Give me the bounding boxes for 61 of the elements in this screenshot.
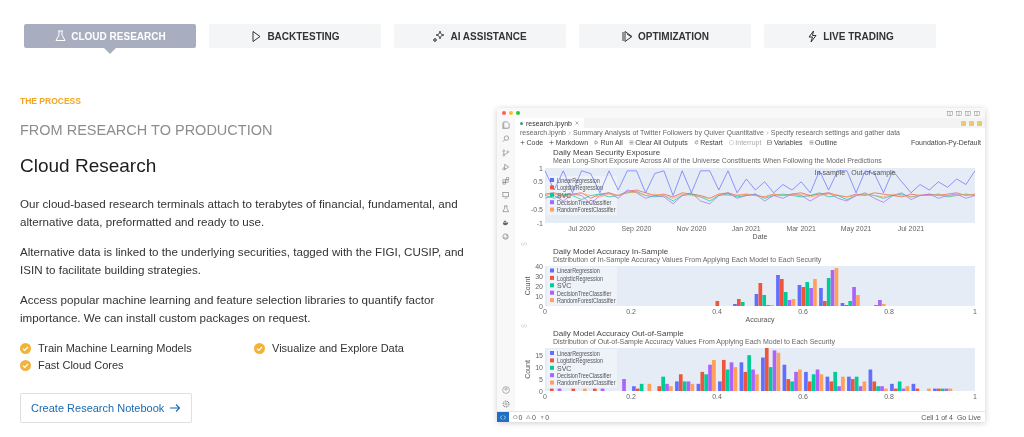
- branch-icon[interactable]: [502, 149, 510, 157]
- account-icon[interactable]: [502, 386, 510, 394]
- create-notebook-button[interactable]: Create Research Notebook: [20, 393, 193, 423]
- swirl-icon[interactable]: [502, 233, 510, 241]
- antenna-icon: [539, 414, 545, 420]
- layout-icon[interactable]: [974, 110, 980, 116]
- bar: [622, 379, 626, 391]
- remote-icon[interactable]: [497, 412, 509, 422]
- feature-label: Visualize and Explore Data: [272, 342, 404, 354]
- flask-icon[interactable]: [502, 205, 510, 213]
- layout-icon[interactable]: [965, 110, 971, 116]
- bar: [715, 301, 720, 306]
- close-dot-icon[interactable]: [502, 111, 506, 115]
- restart-icon: [693, 139, 699, 145]
- list-icon: [808, 139, 814, 145]
- feature-label: Train Machine Learning Models: [38, 342, 192, 354]
- files-icon[interactable]: [502, 121, 510, 129]
- chart-title: Daily Model Accuracy In-Sample: [553, 247, 669, 256]
- maximize-dot-icon[interactable]: [516, 111, 520, 115]
- paragraph: Access popular machine learning and feature selection libraries to quantify factor importance. We can install custom packages on request.: [20, 292, 436, 326]
- check-circle-icon: [20, 359, 31, 371]
- minimize-dot-icon[interactable]: [509, 111, 513, 115]
- warning-icon: [526, 414, 531, 420]
- table-icon: [767, 139, 773, 145]
- sparkle-icon: [433, 30, 446, 42]
- check-circle-icon: [254, 342, 265, 354]
- chart-title: Daily Mean Security Exposure: [553, 148, 661, 157]
- error-icon: [513, 414, 518, 420]
- arrow-right-icon: [169, 403, 182, 413]
- tab[interactable]: BACKTESTING: [209, 24, 381, 48]
- section-subtitle: FROM RESEARCH TO PRODUCTION: [20, 122, 274, 138]
- paragraph: Alternative data is linked to the underlying securities, tagged with the FIGI, CUSIP, and ISIN to facilitate building strategies.: [20, 244, 465, 278]
- layout-icon[interactable]: [956, 110, 962, 116]
- play-icon[interactable]: [502, 163, 510, 171]
- bar: [927, 388, 931, 391]
- close-icon[interactable]: [574, 121, 579, 125]
- flask-icon: [54, 30, 67, 42]
- fast-forward-icon: [621, 30, 634, 42]
- paragraph: Our cloud-based research terminals attach to terabytes of financial, fundamental, and alternative data, preformatted and ready to use.: [20, 196, 459, 230]
- extensions-icon[interactable]: [502, 177, 510, 185]
- section-eyebrow: THE PROCESS: [20, 96, 82, 106]
- bar: [647, 383, 652, 391]
- list-icon: [628, 139, 634, 145]
- feature-label: Fast Cloud Cores: [38, 359, 124, 371]
- chart-title: Daily Model Accuracy Out-of-Sample: [553, 329, 684, 338]
- whale-icon[interactable]: [502, 219, 510, 227]
- settings-icon[interactable]: [502, 400, 510, 408]
- lightning-icon: [806, 30, 819, 42]
- plus-icon: [520, 139, 525, 145]
- section-heading: Cloud Research: [20, 155, 158, 177]
- tab[interactable]: LIVE TRADING: [764, 24, 936, 48]
- play-icon: [250, 30, 263, 42]
- monitor-icon[interactable]: [502, 191, 510, 199]
- tab[interactable]: AI ASSISTANCE: [394, 24, 566, 48]
- layout-icon[interactable]: [947, 110, 953, 116]
- legend-background: [547, 349, 617, 388]
- check-circle-icon: [20, 342, 31, 354]
- plus-icon: [549, 139, 555, 145]
- tab[interactable]: OPTIMIZATION: [579, 24, 751, 48]
- play-icon: [594, 139, 600, 145]
- search-icon[interactable]: [502, 135, 510, 143]
